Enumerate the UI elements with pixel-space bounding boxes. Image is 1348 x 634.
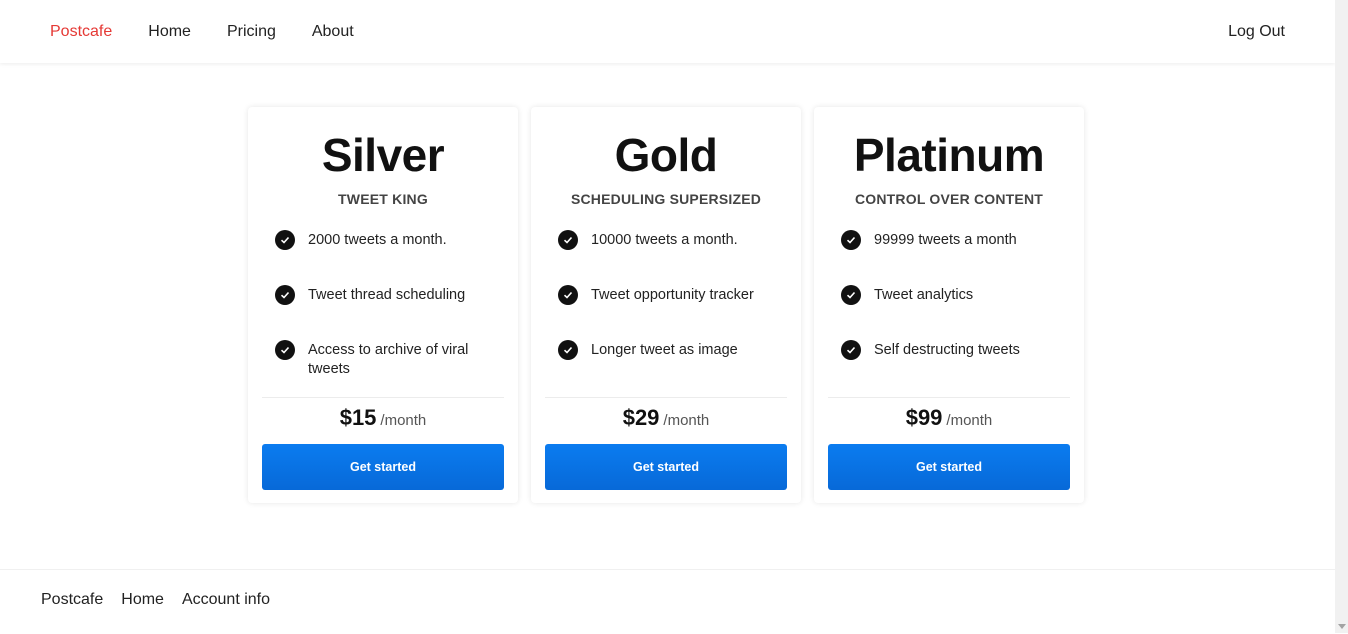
nav-link-pricing[interactable]: Pricing [227,23,276,41]
check-icon [275,285,295,305]
check-icon [841,285,861,305]
check-icon [841,230,861,250]
feature-text: 10000 tweets a month. [591,232,738,248]
feature-text: Tweet opportunity tracker [591,287,754,303]
nav-right: Log Out [1228,23,1285,41]
price: $29 [622,405,660,430]
feature-text: Self destructing tweets [874,342,1020,358]
feature-item: Longer tweet as image [558,339,787,394]
feature-list: 10000 tweets a month. Tweet opportunity … [558,229,787,394]
price-row: $29/month [531,405,801,431]
feature-list: 99999 tweets a month Tweet analytics Sel… [841,229,1070,394]
feature-item: 2000 tweets a month. [275,229,504,284]
pricing-cards: Silver TWEET KING 2000 tweets a month. T… [248,107,1084,503]
check-icon [558,340,578,360]
logout-link[interactable]: Log Out [1228,23,1285,40]
price-period: /month [946,412,993,429]
footer: Postcafe Home Account info [0,569,1335,634]
feature-item: 99999 tweets a month [841,229,1070,284]
check-icon [275,340,295,360]
get-started-button[interactable]: Get started [545,444,787,490]
footer-link-account-info[interactable]: Account info [182,591,270,609]
plan-card-gold: Gold SCHEDULING SUPERSIZED 10000 tweets … [531,107,801,503]
feature-item: Self destructing tweets [841,339,1070,394]
get-started-button[interactable]: Get started [828,444,1070,490]
top-navbar: Postcafe Home Pricing About Log Out [0,0,1335,63]
price: $15 [339,405,377,430]
divider [262,397,504,398]
plan-title: Silver [321,129,445,181]
feature-item: Access to archive of viral tweets [275,339,504,394]
feature-text: 2000 tweets a month. [308,232,447,248]
nav-links: Postcafe Home Pricing About [50,23,390,41]
feature-text: Tweet analytics [874,287,974,303]
brand-link[interactable]: Postcafe [50,23,112,41]
feature-text: Access to archive of viral tweets [308,342,469,377]
nav-link-home[interactable]: Home [148,23,191,41]
check-icon [558,230,578,250]
scroll-down-arrow-icon[interactable] [1338,624,1346,629]
price-period: /month [663,412,710,429]
price-row: $99/month [814,405,1084,431]
feature-list: 2000 tweets a month. Tweet thread schedu… [275,229,504,394]
feature-item: Tweet thread scheduling [275,284,504,339]
plan-subtitle: CONTROL OVER CONTENT [854,191,1044,207]
plan-subtitle: SCHEDULING SUPERSIZED [570,191,762,207]
plan-card-silver: Silver TWEET KING 2000 tweets a month. T… [248,107,518,503]
footer-links: Postcafe Home Account info [41,591,288,609]
check-icon [558,285,578,305]
feature-text: Tweet thread scheduling [308,287,466,303]
plan-subtitle: TWEET KING [338,191,428,207]
check-icon [841,340,861,360]
feature-item: Tweet opportunity tracker [558,284,787,339]
feature-text: Longer tweet as image [591,342,738,358]
price: $99 [905,405,943,430]
nav-link-about[interactable]: About [312,23,354,41]
feature-item: Tweet analytics [841,284,1070,339]
price-period: /month [380,412,427,429]
footer-link-home[interactable]: Home [121,591,164,609]
plan-title: Gold [614,129,718,181]
feature-text: 99999 tweets a month [874,232,1017,248]
vertical-scrollbar[interactable] [1335,0,1348,633]
check-icon [275,230,295,250]
plan-title: Platinum [853,129,1045,181]
divider [545,397,787,398]
price-row: $15/month [248,405,518,431]
divider [828,397,1070,398]
footer-brand-link[interactable]: Postcafe [41,591,103,609]
plan-card-platinum: Platinum CONTROL OVER CONTENT 99999 twee… [814,107,1084,503]
get-started-button[interactable]: Get started [262,444,504,490]
feature-item: 10000 tweets a month. [558,229,787,284]
